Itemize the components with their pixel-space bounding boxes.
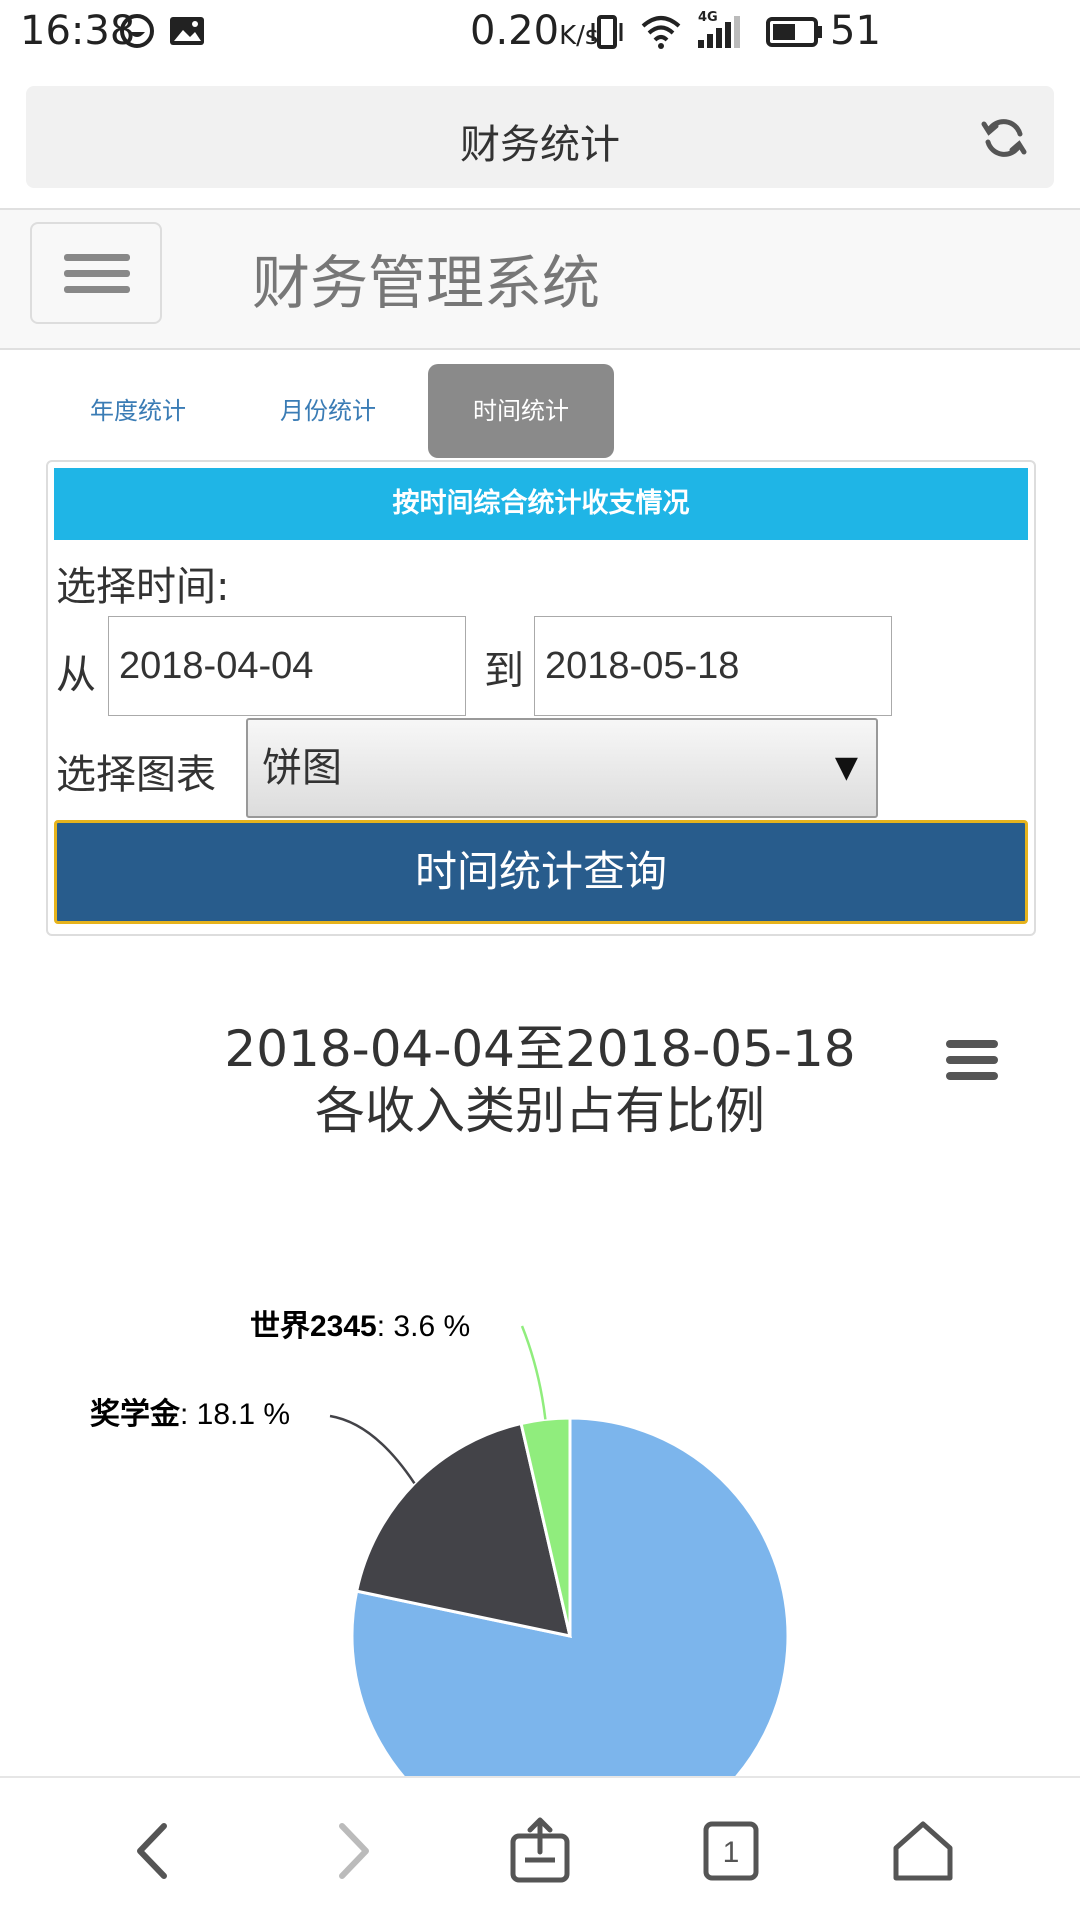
- chart-type-label: 选择图表: [56, 752, 216, 798]
- pie-label-name: 世界2345: [250, 1310, 377, 1343]
- wifi-icon: [641, 16, 681, 49]
- status-bar: 16:38 0.20K/s 4G 51: [0, 0, 1080, 66]
- network-speed: 0.20K/s: [470, 8, 599, 54]
- signal-icon: [698, 16, 740, 48]
- battery-icon: [766, 17, 822, 47]
- chart-type-value: 饼图: [262, 745, 342, 791]
- refresh-icon[interactable]: [980, 114, 1028, 162]
- time-query-button[interactable]: 时间统计查询: [54, 820, 1028, 924]
- pie-data-label: 奖学金: 18.1 %: [90, 1397, 290, 1431]
- panel-heading: 按时间综合统计收支情况: [54, 468, 1028, 540]
- pie-label-value: : 3.6 %: [377, 1310, 470, 1343]
- back-icon[interactable]: [120, 1816, 190, 1886]
- select-time-label: 选择时间:: [56, 564, 230, 610]
- app-brand[interactable]: 财务管理系统: [252, 236, 600, 320]
- share-icon[interactable]: [505, 1816, 575, 1886]
- tab-yearly[interactable]: 年度统计: [48, 364, 228, 458]
- pie-chart: 奖学金: 18.1 % 世界2345: 3.6 %: [90, 1310, 790, 1776]
- from-date-input[interactable]: 2018-04-04: [108, 616, 466, 716]
- pie-data-label: 世界2345: 3.6 %: [250, 1310, 470, 1343]
- status-time: 16:38: [20, 8, 136, 54]
- sync-face-icon: [120, 14, 154, 48]
- dropdown-arrow-icon: ▼: [834, 750, 858, 785]
- chart-title-line1: 2018-04-04至2018-05-18: [224, 1020, 856, 1078]
- tab-monthly[interactable]: 月份统计: [238, 364, 418, 458]
- pie-connector-line: [520, 1325, 547, 1420]
- menu-bar-icon: [64, 270, 130, 277]
- menu-bar-icon: [64, 254, 130, 261]
- menu-bar-icon: [946, 1072, 998, 1080]
- menu-toggle-button[interactable]: [30, 222, 162, 324]
- menu-bar-icon: [64, 286, 130, 293]
- tabs-count-icon[interactable]: 1: [696, 1816, 766, 1886]
- page-title: 财务统计: [460, 122, 620, 168]
- chart-type-select[interactable]: 饼图 ▼: [246, 718, 878, 818]
- to-date-input[interactable]: 2018-05-18: [534, 616, 892, 716]
- to-label: 到: [484, 648, 524, 694]
- battery-level: 51: [830, 8, 881, 54]
- menu-bar-icon: [946, 1056, 998, 1064]
- vibrate-icon: [591, 15, 623, 49]
- pie-label-name: 奖学金: [90, 1397, 181, 1431]
- chart-menu-button[interactable]: [946, 1040, 998, 1084]
- svg-text:1: 1: [723, 1836, 740, 1869]
- home-icon[interactable]: [888, 1816, 958, 1886]
- from-label: 从: [56, 652, 96, 698]
- pie-connector-line: [329, 1414, 416, 1485]
- query-panel: 按时间综合统计收支情况 选择时间: 从 2018-04-04 到 2018-05…: [46, 460, 1036, 936]
- browser-title-bar: 财务统计: [26, 86, 1054, 188]
- chart-title: 2018-04-04至2018-05-18 各收入类别占有比例: [0, 1018, 1080, 1142]
- tab-time[interactable]: 时间统计: [428, 364, 614, 458]
- divider: [0, 348, 1080, 350]
- image-icon: [170, 17, 204, 45]
- pie-label-value: : 18.1 %: [180, 1398, 290, 1431]
- menu-bar-icon: [946, 1040, 998, 1048]
- chart-title-line2: 各收入类别占有比例: [315, 1082, 765, 1140]
- app-navbar: 财务管理系统: [0, 210, 1080, 350]
- browser-bottom-toolbar: 1: [0, 1776, 1080, 1920]
- forward-icon[interactable]: [316, 1816, 386, 1886]
